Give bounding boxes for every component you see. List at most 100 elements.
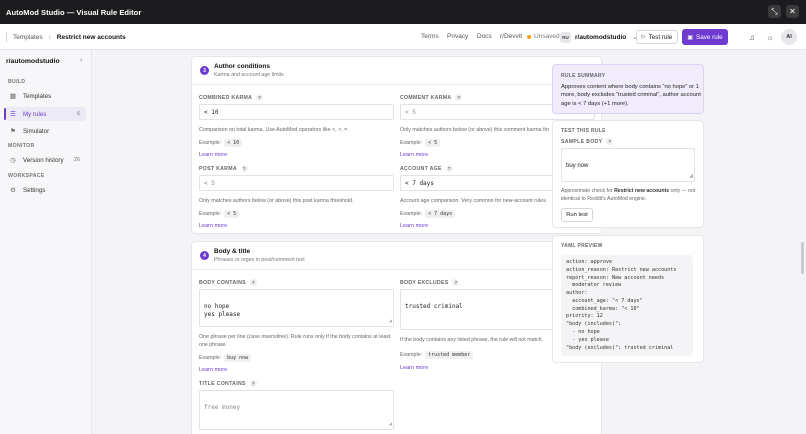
my-rules-count: 6	[76, 111, 80, 117]
comment-karma-label: COMMENT KARMA ?	[400, 94, 463, 101]
chevron-left-icon[interactable]: ‹	[80, 57, 82, 64]
save-rule-button[interactable]: ▣ Save rule	[682, 29, 728, 45]
sidebar-item-templates[interactable]: ▦ Templates	[4, 89, 86, 103]
author-section-subtitle: Karma and account age limits	[214, 72, 284, 78]
combined-karma-input[interactable]: < 10	[199, 104, 394, 120]
comment-karma-learn-more[interactable]: Learn more	[400, 152, 428, 158]
account-age-label: ACCOUNT AGE ?	[400, 165, 453, 172]
combined-karma-label-text: COMBINED KARMA	[199, 94, 253, 101]
post-karma-learn-more[interactable]: Learn more	[199, 223, 227, 229]
combined-karma-learn-more[interactable]: Learn more	[199, 152, 227, 158]
subreddit-selector[interactable]: RU r/automodstudio ⌄	[560, 30, 637, 44]
subreddit-name: r/automodstudio	[575, 33, 627, 41]
help-icon[interactable]: ?	[249, 380, 257, 387]
section-divider	[192, 84, 601, 85]
sidebar-item-label: Simulator	[23, 127, 50, 135]
sample-body-textarea[interactable]: buy now ◢	[561, 148, 695, 182]
privacy-link[interactable]: Privacy	[447, 33, 468, 40]
resize-grip-icon[interactable]: ◢	[389, 318, 392, 325]
combined-karma-help: Comparison on total karma. Use AutoMod o…	[199, 127, 349, 133]
section-number-badge: 3	[200, 66, 209, 75]
sidebar-title: r/automodstudio	[6, 58, 60, 65]
section-number-badge: 4	[200, 251, 209, 260]
help-icon[interactable]: ?	[249, 279, 257, 286]
body-contains-learn-more[interactable]: Learn more	[199, 367, 227, 373]
yaml-preview-code: action: approve action_reason: Restrict …	[561, 255, 693, 356]
title-contains-label: TITLE CONTAINS ?	[199, 380, 257, 387]
devvit-link[interactable]: r/Devvit	[500, 33, 522, 40]
play-icon: ▷	[641, 34, 646, 40]
breadcrumb-templates[interactable]: Templates	[13, 34, 43, 41]
subreddit-avatar: RU	[560, 31, 571, 43]
unsaved-label: Unsaved	[534, 33, 560, 40]
sample-body-label: SAMPLE BODY ?	[561, 138, 614, 145]
example-label: Example:	[199, 355, 222, 361]
flag-icon: ⚑	[10, 128, 16, 135]
combined-karma-example: Example: < 10	[199, 139, 243, 147]
help-icon[interactable]: ?	[606, 138, 614, 145]
bell-icon[interactable]: ♫	[747, 32, 757, 42]
history-icon: ◷	[10, 157, 16, 164]
section-workspace: WORKSPACE	[8, 173, 45, 179]
minimize-icon[interactable]: ⤡	[768, 5, 781, 18]
title-contains-textarea[interactable]: free money ◢	[199, 390, 394, 430]
resize-grip-icon[interactable]: ◢	[689, 173, 693, 180]
test-note: Approximate check for Restrict new accou…	[561, 188, 699, 203]
user-avatar[interactable]: AI	[781, 29, 797, 45]
rule-summary-heading: RULE SUMMARY	[561, 73, 606, 79]
post-karma-label-text: POST KARMA	[199, 165, 237, 172]
sidebar: r/automodstudio ‹ BUILD ▦ Templates ☰ My…	[0, 50, 92, 434]
help-icon[interactable]: ?	[240, 165, 248, 172]
section-build: BUILD	[8, 79, 26, 85]
main-scrollbar[interactable]	[801, 242, 804, 274]
run-test-button[interactable]: Run test	[561, 208, 593, 222]
unsaved-status: Unsaved	[527, 33, 560, 40]
body-contains-textarea[interactable]: no hope yes please ◢	[199, 289, 394, 327]
breadcrumb-divider	[6, 32, 7, 42]
help-icon[interactable]: ?	[455, 94, 463, 101]
sidebar-item-simulator[interactable]: ⚑ Simulator	[4, 124, 86, 138]
yaml-preview-heading: YAML PREVIEW	[561, 243, 603, 249]
window-titlebar: AutoMod Studio — Visual Rule Editor ⤡ ✕	[0, 0, 806, 24]
sidebar-item-settings[interactable]: ⚙ Settings	[4, 183, 86, 197]
example-chip: < 7 days	[425, 210, 456, 218]
close-icon[interactable]: ✕	[786, 5, 799, 18]
sidebar-item-label: Version history	[23, 156, 64, 164]
author-conditions-card: 3 Author conditions Karma and account ag…	[191, 56, 602, 234]
save-icon: ▣	[687, 34, 694, 41]
sample-body-label-text: SAMPLE BODY	[561, 138, 603, 145]
window-title: AutoMod Studio — Visual Rule Editor	[6, 7, 142, 17]
help-icon[interactable]: ?	[445, 165, 453, 172]
combined-karma-label: COMBINED KARMA ?	[199, 94, 264, 101]
body-contains-help: One phrase per line (case insensitive). …	[199, 334, 391, 348]
account-age-label-text: ACCOUNT AGE	[400, 165, 442, 172]
body-excludes-learn-more[interactable]: Learn more	[400, 365, 428, 371]
post-karma-help: Only matches authors below (or above) th…	[199, 198, 354, 204]
topbar: Templates › Restrict new accounts Terms …	[0, 24, 806, 50]
docs-link[interactable]: Docs	[477, 33, 492, 40]
sidebar-item-version-history[interactable]: ◷ Version history 26	[4, 153, 86, 167]
account-age-learn-more[interactable]: Learn more	[400, 223, 428, 229]
example-chip: buy now	[224, 354, 252, 362]
body-excludes-example: Example: trusted member	[400, 351, 474, 359]
body-excludes-label: BODY EXCLUDES ?	[400, 279, 460, 286]
terms-link[interactable]: Terms	[421, 33, 439, 40]
help-icon[interactable]: ?	[452, 279, 460, 286]
sidebar-item-my-rules[interactable]: ☰ My rules 6	[4, 107, 86, 121]
list-icon: ☰	[10, 111, 16, 118]
section-divider	[192, 269, 601, 270]
resize-grip-icon[interactable]: ◢	[389, 421, 392, 428]
example-label: Example:	[400, 211, 423, 217]
help-icon[interactable]: ?	[256, 94, 264, 101]
breadcrumb: Templates › Restrict new accounts	[6, 24, 126, 50]
post-karma-input[interactable]: < 5	[199, 175, 394, 191]
breadcrumb-current: Restrict new accounts	[56, 33, 126, 41]
section-monitor: MONITOR	[8, 143, 35, 149]
sun-icon[interactable]: ☼	[765, 32, 775, 42]
post-karma-example: Example: < 5	[199, 210, 240, 218]
comment-karma-example: Example: < 5	[400, 139, 441, 147]
sidebar-item-label: My rules	[23, 110, 47, 118]
body-contains-label-text: BODY CONTAINS	[199, 279, 246, 286]
test-rule-button[interactable]: ▷ Test rule	[636, 30, 678, 44]
body-title-section-subtitle: Phrases or regex in post/comment text	[214, 257, 305, 263]
